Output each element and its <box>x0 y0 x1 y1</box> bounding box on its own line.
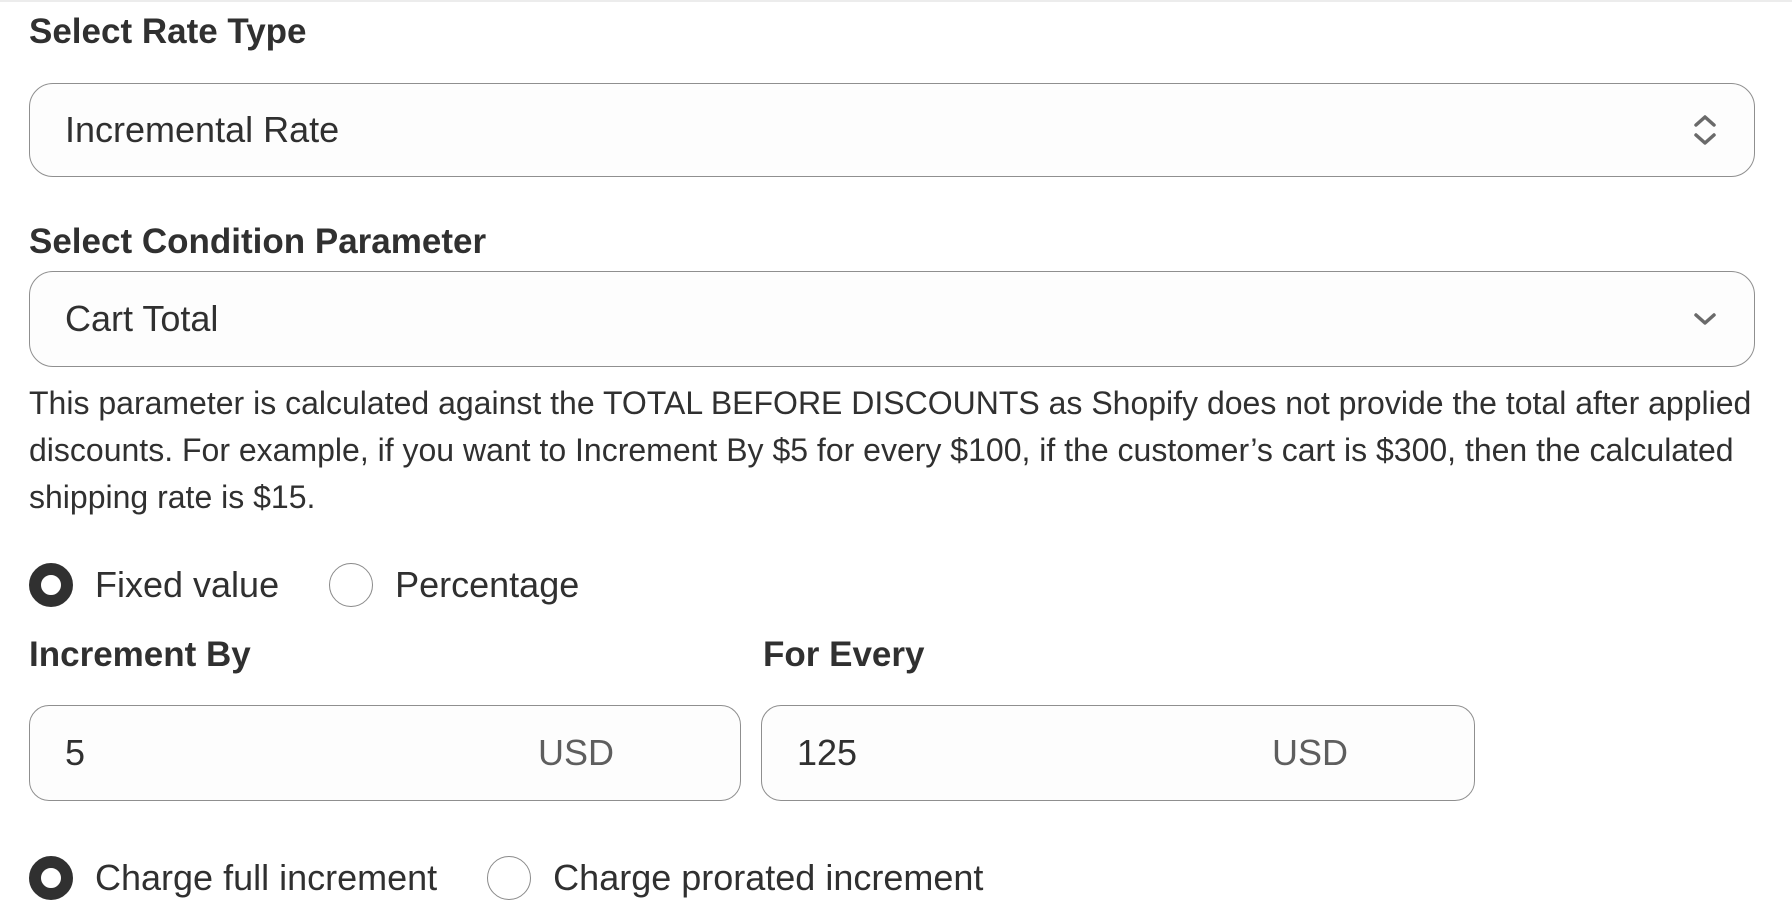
condition-parameter-label: Select Condition Parameter <box>29 222 487 261</box>
radio-label: Charge prorated increment <box>553 857 984 898</box>
for-every-input[interactable]: 125 USD <box>761 705 1475 801</box>
radio-selected-icon[interactable] <box>29 856 73 900</box>
radio-label: Percentage <box>395 564 580 605</box>
increment-by-label: Increment By <box>29 635 251 674</box>
rate-type-select[interactable]: Incremental Rate <box>29 83 1755 177</box>
top-divider <box>0 0 1792 2</box>
charge-type-radio-group: Charge full increment Charge prorated in… <box>29 856 983 900</box>
radio-charge-full-increment[interactable]: Charge full increment <box>29 856 437 900</box>
radio-percentage[interactable]: Percentage <box>329 563 579 607</box>
radio-charge-prorated-increment[interactable]: Charge prorated increment <box>487 856 983 900</box>
condition-help-text: This parameter is calculated against the… <box>29 385 1752 515</box>
rate-type-label: Select Rate Type <box>29 12 307 51</box>
increment-by-value: 5 <box>65 732 86 773</box>
radio-selected-icon[interactable] <box>29 563 73 607</box>
chevron-up-down-icon <box>1694 115 1716 145</box>
increment-by-currency-suffix: USD <box>538 732 615 773</box>
condition-parameter-selected-value: Cart Total <box>65 298 219 339</box>
radio-unselected-icon[interactable] <box>329 563 374 607</box>
for-every-value: 125 <box>797 732 858 773</box>
rate-type-selected-value: Incremental Rate <box>65 109 340 150</box>
value-type-radio-group: Fixed value Percentage <box>29 563 579 607</box>
radio-label: Charge full increment <box>95 857 438 898</box>
for-every-label: For Every <box>763 635 925 674</box>
radio-unselected-icon[interactable] <box>487 856 532 900</box>
chevron-down-icon <box>1694 313 1716 325</box>
radio-fixed-value[interactable]: Fixed value <box>29 563 279 607</box>
radio-label: Fixed value <box>95 564 280 605</box>
for-every-currency-suffix: USD <box>1272 732 1349 773</box>
condition-parameter-select[interactable]: Cart Total <box>29 271 1755 367</box>
increment-by-input[interactable]: 5 USD <box>29 705 741 801</box>
